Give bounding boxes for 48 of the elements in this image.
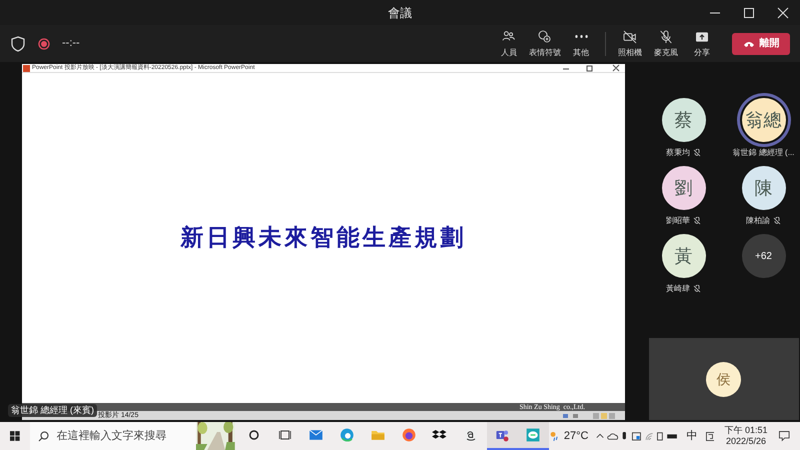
participant-name: 黃崎肆: [666, 284, 690, 294]
weather-icon: [548, 429, 560, 443]
camera-off-button[interactable]: 照相機: [612, 29, 648, 58]
clock[interactable]: 下午 01:51 2022/5/26: [724, 425, 768, 447]
participant-name: 蔡秉均: [666, 148, 690, 158]
emoji-icon: [537, 29, 553, 46]
window-title: 會議: [388, 4, 412, 22]
temperature: 27°C: [564, 428, 588, 444]
edge-icon: [339, 427, 356, 443]
avatar[interactable]: 陳: [742, 166, 786, 210]
window-controls-drawing: [561, 64, 621, 72]
input-method[interactable]: 中: [686, 428, 698, 444]
mic-off-button[interactable]: 麥克風: [648, 29, 684, 58]
search-icon: [38, 431, 49, 442]
chat-icon: [525, 427, 542, 443]
avatar[interactable]: 劉: [662, 166, 706, 210]
powerpoint-icon: [23, 64, 30, 72]
shield-icon[interactable]: [10, 36, 26, 52]
mail-icon: [308, 427, 324, 443]
search-field[interactable]: 在這裡輸入文字來搜尋: [30, 422, 196, 450]
notification-icon[interactable]: [779, 430, 790, 442]
meeting-timer: --:--: [62, 36, 80, 52]
leave-button[interactable]: 離開: [732, 32, 790, 55]
people-button[interactable]: 人員: [491, 29, 527, 58]
more-button[interactable]: 其他: [563, 29, 599, 58]
firefox-icon: [401, 427, 418, 443]
presenter-name: 翁世錦 總經理 (來賓): [8, 404, 97, 417]
keyboard-mode-icon[interactable]: [706, 430, 714, 442]
avatar[interactable]: 翁總: [742, 98, 786, 142]
clock-time: 下午 01:51: [724, 425, 768, 436]
chat-taskbar-button[interactable]: [518, 422, 549, 450]
mic-off-icon: [658, 29, 674, 46]
participant-name: 陳柏諭: [746, 216, 770, 226]
participant-name: 劉昭華: [666, 216, 690, 226]
slide-title: 新日興未來智能生產規劃: [180, 222, 466, 253]
more-icon: [574, 35, 588, 38]
clock-date: 2022/5/26: [726, 436, 766, 447]
avatar[interactable]: 黃: [662, 234, 706, 278]
participant-name: 翁世錦 總經理 (...: [732, 148, 794, 158]
avatar: 侯: [706, 362, 741, 396]
emoji-button[interactable]: 表情符號: [527, 29, 563, 58]
start-icon[interactable]: [10, 430, 20, 442]
camera-off-icon: [622, 29, 638, 46]
teams-taskbar-button[interactable]: [486, 422, 518, 450]
more-participants[interactable]: +62: [742, 234, 786, 278]
hang-up-icon: [742, 40, 754, 48]
avatar[interactable]: 蔡: [662, 98, 706, 142]
share-button[interactable]: 分享: [684, 29, 720, 58]
